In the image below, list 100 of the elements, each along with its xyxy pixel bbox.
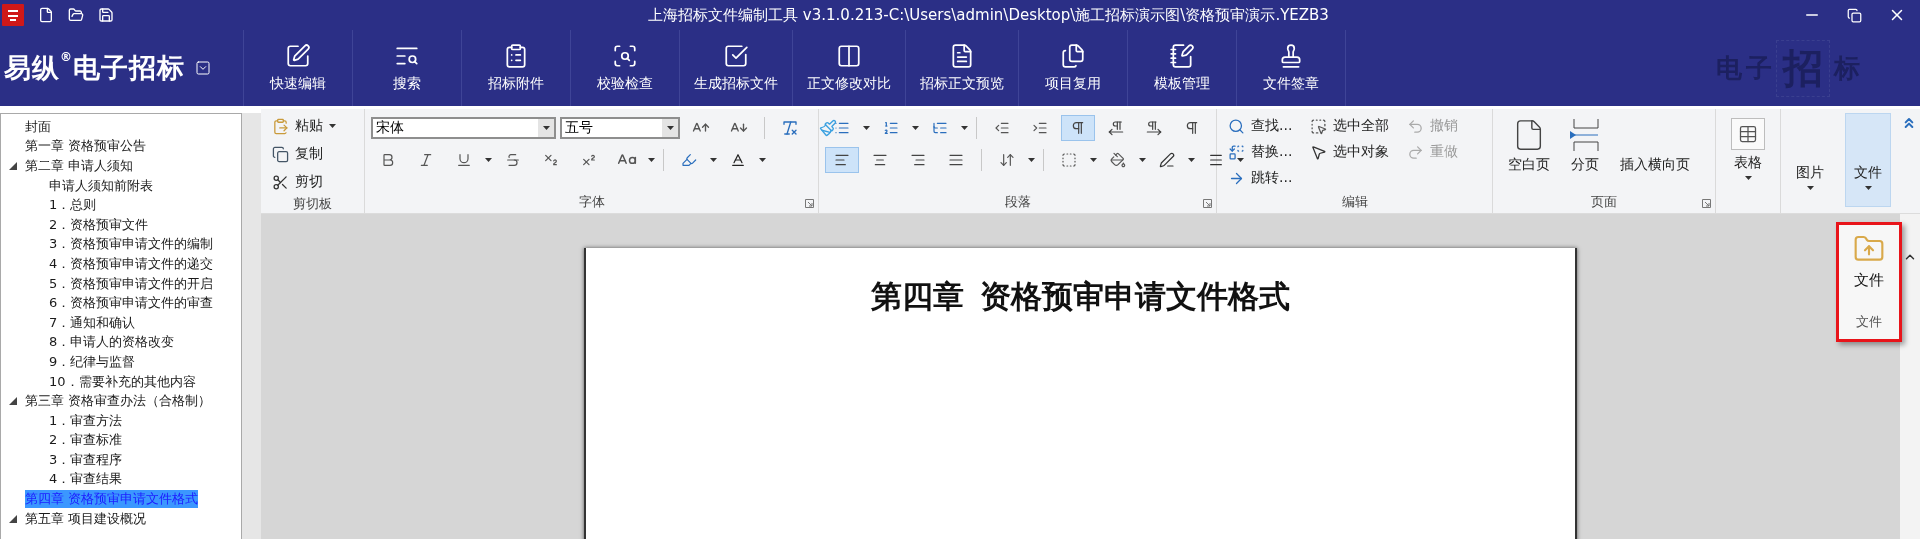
save-icon[interactable] [98, 7, 114, 23]
paragraph-mark-button[interactable] [1061, 115, 1095, 141]
document-icon [949, 43, 975, 69]
lines-icon [1208, 152, 1224, 168]
page-button[interactable]: 插入横向页 [1611, 113, 1699, 191]
tree-item[interactable]: 10．需要补充的其他内容 [49, 372, 196, 391]
toolbar-button[interactable]: 校验检查 [571, 30, 680, 106]
tree-item[interactable]: 2．审查标准 [49, 431, 123, 450]
align-left-icon [834, 152, 850, 168]
scissors-icon [272, 173, 289, 191]
tree-item[interactable]: 第三章 资格审查办法（合格制） [25, 392, 212, 411]
page-button[interactable]: 空白页 [1499, 113, 1559, 191]
brand-logo: 易纵$^{®}$电子招标 [4, 50, 185, 85]
tree-item[interactable]: 2．资格预审文件 [49, 215, 149, 234]
tree-item[interactable]: 5．资格预审申请文件的开启 [49, 274, 214, 293]
underline-icon [456, 152, 472, 168]
edit-command[interactable]: 跳转... [1223, 165, 1298, 191]
caret-icon [912, 126, 919, 130]
tree-item[interactable]: 封面 [25, 117, 51, 136]
restore-icon[interactable] [1847, 7, 1862, 23]
align-button[interactable] [825, 147, 859, 173]
toolbar-button[interactable]: 项目复用 [1019, 30, 1128, 106]
clipboard-button[interactable]: 粘贴 [267, 113, 341, 139]
notebook-pen-icon [1169, 43, 1195, 69]
dialog-launcher-icon[interactable] [805, 199, 814, 208]
italic-icon [418, 152, 434, 168]
toolbar-button[interactable]: 正文修改对比 [793, 30, 906, 106]
caret-icon [1806, 186, 1814, 190]
dropdown-arrow-icon [542, 126, 550, 130]
dialog-launcher-icon[interactable] [1203, 199, 1212, 208]
paste-icon [272, 117, 289, 135]
tree-item[interactable]: 1．总则 [49, 196, 97, 215]
tree-item[interactable]: 申请人须知前附表 [49, 176, 153, 195]
app-logo-icon [2, 4, 24, 26]
font-size-combo[interactable]: 五号 [560, 117, 680, 139]
toolbar-button[interactable]: 模板管理 [1128, 30, 1237, 106]
pointer-icon [1310, 143, 1328, 161]
tree-item[interactable]: 9．纪律与监督 [49, 352, 136, 371]
subscript-icon [543, 152, 559, 168]
caret-icon [863, 126, 870, 130]
edit-command[interactable]: 查找... [1223, 113, 1298, 139]
toolbar-button[interactable]: 招标附件 [462, 30, 571, 106]
superscript-icon [581, 152, 597, 168]
document-heading: 第四章 资格预审申请文件格式 [871, 278, 1290, 316]
tree-item[interactable]: 3．审查程序 [49, 450, 123, 469]
bold-icon [380, 152, 396, 168]
edit-command[interactable]: 替换... [1223, 139, 1298, 165]
bullet-list-icon [834, 120, 850, 136]
open-folder-icon[interactable] [68, 7, 84, 23]
edit-command[interactable]: 选中全部 [1305, 113, 1395, 139]
edit-command[interactable]: 选中对象 [1305, 139, 1395, 165]
caret-icon [1864, 186, 1872, 190]
multilevel-list-icon [932, 120, 948, 136]
columns-icon [836, 43, 862, 69]
caret-icon [1237, 158, 1244, 162]
insert-button[interactable]: 图片 [1787, 113, 1833, 207]
caret-icon [1139, 158, 1146, 162]
toolbar-button[interactable]: 招标正文预览 [906, 30, 1019, 106]
tree-item[interactable]: 7．通知和确认 [49, 313, 136, 332]
caret-icon [1744, 176, 1752, 180]
caret-icon [961, 126, 968, 130]
pilcrow-left-icon [1108, 120, 1124, 136]
select-all-icon [1310, 117, 1328, 135]
tree-item[interactable]: 第一章 资格预审公告 [25, 137, 147, 156]
insert-button[interactable]: 表格 [1722, 113, 1774, 207]
caret-icon [710, 158, 717, 162]
toolbar-button[interactable]: 快速编辑 [243, 30, 353, 106]
dropdown-icon[interactable] [195, 60, 211, 76]
dialog-launcher-icon[interactable] [1702, 199, 1711, 208]
pilcrow-right-icon [1146, 120, 1162, 136]
tree-item[interactable]: 8．申请人的资格改变 [49, 333, 175, 352]
tree-item[interactable]: 6．资格预审申请文件的审查 [49, 294, 214, 313]
tree-item[interactable]: 4．资格预审申请文件的递交 [49, 254, 214, 273]
file-button[interactable]: 文件 [1853, 225, 1885, 290]
new-file-icon[interactable] [38, 7, 54, 23]
tree-item[interactable]: 3．资格预审申请文件的编制 [49, 235, 214, 254]
toolbar-button[interactable]: 文件签章 [1237, 30, 1346, 106]
toolbar-button[interactable]: 生成招标文件 [680, 30, 793, 106]
expand-arrow-icon[interactable] [9, 162, 17, 170]
line-spacing-icon [999, 152, 1015, 168]
page-button[interactable]: 分页 [1559, 113, 1611, 191]
tree-item[interactable]: 第五章 项目建设概况 [25, 509, 147, 528]
caret-icon [648, 158, 655, 162]
expand-arrow-icon[interactable] [9, 397, 17, 406]
clipboard-button[interactable]: 复制 [267, 141, 341, 167]
indent-increase-icon [1032, 120, 1048, 136]
checkbox-icon [723, 43, 749, 69]
tree-item[interactable]: 1．审查方法 [49, 411, 123, 430]
insert-button[interactable]: 文件 [1845, 113, 1891, 207]
strikethrough-icon [505, 152, 521, 168]
pilcrow-icon [1184, 120, 1200, 136]
clipboard-button[interactable]: 剪切 [267, 169, 341, 195]
font-color-icon [730, 152, 746, 168]
font-family-combo[interactable]: 宋体 [371, 117, 556, 139]
tree-item[interactable]: 第二章 申请人须知 [25, 157, 134, 175]
clipboard-icon [503, 43, 529, 69]
toolbar-button[interactable]: 搜索 [353, 30, 462, 106]
expand-arrow-icon[interactable] [9, 514, 17, 523]
align-right-icon [910, 152, 926, 168]
tree-item[interactable]: 4．审查结果 [49, 470, 123, 489]
